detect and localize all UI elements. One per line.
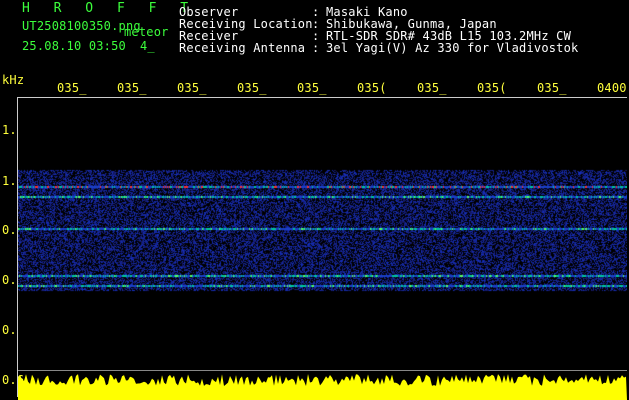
x-tick-label: 035_ (537, 81, 567, 95)
y-axis-unit: kHz (2, 73, 25, 87)
detection-count: 4_ (140, 39, 155, 53)
spectrum-fill (18, 374, 627, 400)
brand-title: H R O F F T (22, 1, 197, 16)
x-tick-label: 035_ (177, 81, 207, 95)
spectrum-strip (18, 374, 627, 400)
date-time: 25.08.10 03:50 (22, 39, 126, 53)
x-tick-label: 035_ (117, 81, 147, 95)
antenna-label: Receiving Antenna (179, 41, 306, 55)
colon-sep: : (312, 41, 320, 55)
spectrogram-canvas (18, 98, 627, 368)
x-tick-label: 0400 (597, 81, 627, 95)
antenna-value: 3el Yagi(V) Az 330 for Vladivostok (326, 41, 579, 55)
x-tick-label: 035_ (417, 81, 447, 95)
hrofft-display: H R O F F T UT2508100350.png meteor 25.0… (0, 0, 629, 400)
x-tick-label: 035_ (237, 81, 267, 95)
x-tick-label: 035_ (57, 81, 87, 95)
file-name: UT2508100350.png (22, 19, 141, 33)
file-type: meteor (124, 25, 169, 39)
x-tick-label: 035( (357, 81, 387, 95)
x-tick-label: 035( (477, 81, 507, 95)
x-tick-label: 035_ (297, 81, 327, 95)
